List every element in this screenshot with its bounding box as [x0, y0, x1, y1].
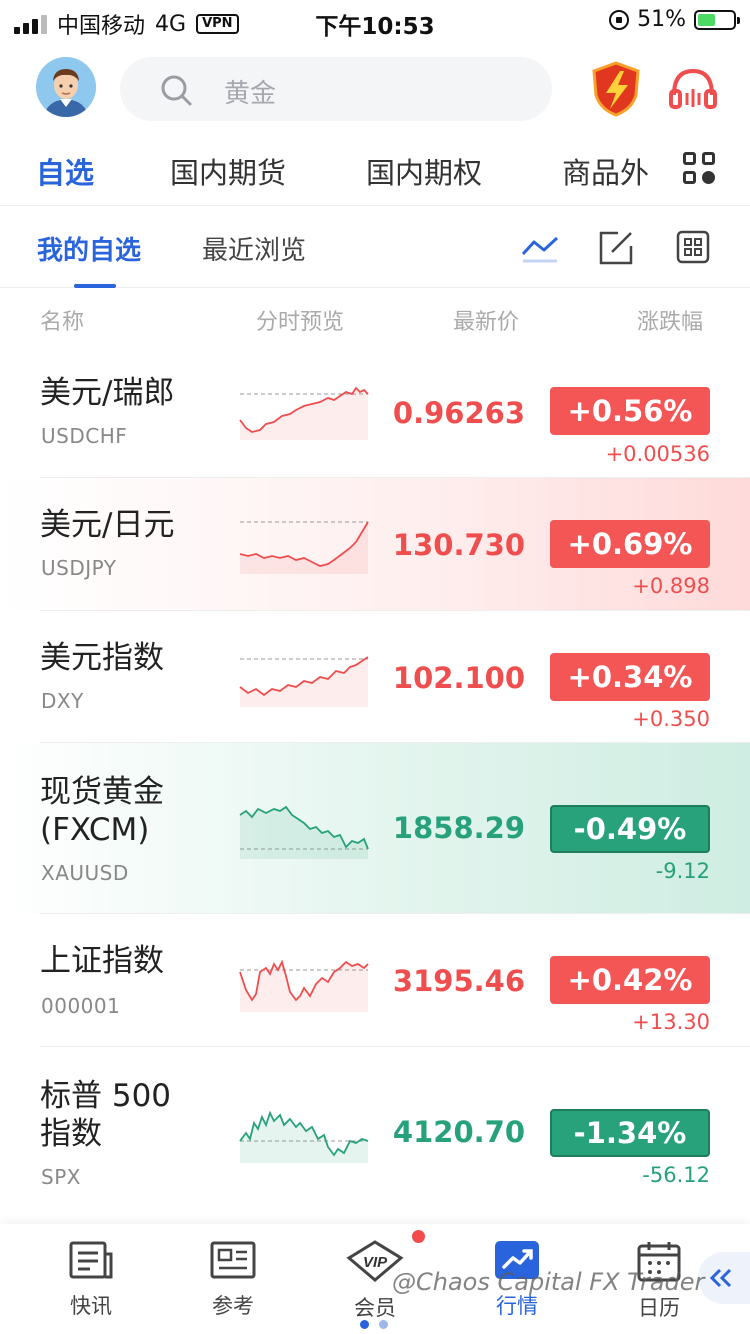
tab-domestic-options[interactable]: 国内期权 [366, 150, 482, 192]
battery-percent: 51% [637, 7, 686, 32]
change-value: -56.12 [642, 1163, 710, 1187]
col-sparkline: 分时预览 [256, 310, 345, 335]
avatar[interactable] [36, 57, 96, 117]
change-pct-badge[interactable]: +0.69% [550, 520, 710, 568]
instrument-code: USDJPY [41, 556, 117, 580]
battery-icon [694, 9, 740, 30]
instrument-name: 美元/日元 [40, 507, 175, 543]
latest-price: 0.96263 [392, 396, 525, 430]
svg-text:VIP: VIP [363, 1254, 388, 1271]
change-value: -9.12 [655, 859, 710, 883]
tab-commodity-fx[interactable]: 商品外 [562, 150, 649, 192]
instrument-name: 美元/瑞郎 [40, 375, 175, 411]
tab-menu-icon[interactable] [683, 152, 717, 186]
sparkline-chart [239, 521, 369, 574]
sparkline-chart [239, 805, 369, 859]
sparkline-chart [239, 959, 369, 1012]
search-bar[interactable]: 黄金 [120, 57, 552, 121]
change-pct-badge[interactable]: +0.34% [550, 653, 710, 701]
nav-label: 快讯 [70, 1294, 112, 1318]
nav-news[interactable]: 快讯 [46, 1240, 136, 1320]
change-value: +0.898 [632, 574, 710, 598]
col-price[interactable]: 最新价 [453, 304, 519, 336]
nav-label: 会员 [354, 1296, 396, 1320]
change-pct-badge[interactable]: -1.34% [550, 1109, 710, 1157]
latest-price: 130.730 [392, 528, 525, 562]
double-chevron-left-icon [709, 1268, 732, 1288]
instrument-name: 美元指数 [40, 640, 164, 676]
nav-label: 参考 [212, 1294, 254, 1318]
quote-row-dxy[interactable]: 美元指数 DXY 102.100 +0.34% +0.350 [0, 611, 750, 743]
search-icon [161, 75, 192, 106]
quote-row-spx[interactable]: 标普 500 指数 SPX 4120.70 -1.34% -56.12 [0, 1047, 750, 1219]
grid-view-icon[interactable] [676, 230, 710, 264]
status-bar: 中国移动 4G VPN 下午10:53 51% [0, 0, 750, 42]
watermark: @Chaos Capital FX Trader [392, 1268, 705, 1296]
instrument-code: SPX [41, 1165, 81, 1189]
market-tabs: 自选 国内期货 国内期权 商品外 [0, 132, 750, 206]
change-value: +13.30 [632, 1010, 710, 1034]
latest-price: 102.100 [392, 661, 525, 695]
instrument-code: USDCHF [41, 424, 128, 448]
instrument-code: DXY [41, 689, 84, 713]
col-name: 名称 [40, 310, 85, 335]
notification-dot [412, 1230, 425, 1243]
latest-price: 3195.46 [392, 964, 525, 998]
instrument-name: 上证指数 [40, 943, 164, 979]
nav-label: 日历 [638, 1296, 680, 1320]
nav-reference[interactable]: 参考 [188, 1240, 278, 1320]
headset-icon[interactable] [668, 65, 718, 111]
col-change-pct[interactable]: 涨跌幅 [637, 304, 703, 336]
sparkline-chart [239, 386, 369, 440]
quote-row-xauusd[interactable]: 现货黄金 (FXCM) XAUUSD 1858.29 -0.49% -9.12 [0, 743, 750, 914]
quote-row-usdjpy[interactable]: 美元/日元 USDJPY 130.730 +0.69% +0.898 [0, 478, 750, 611]
latest-price: 1858.29 [392, 811, 525, 845]
bottom-nav: 快讯 参考 VIP 会员 行情 日历 @Chaos Capital FX Tra… [0, 1224, 750, 1334]
sparkline-toggle-icon[interactable] [520, 230, 560, 266]
tab-domestic-futures[interactable]: 国内期货 [170, 150, 286, 192]
column-header: 名称 分时预览 最新价 涨跌幅 [0, 288, 750, 346]
instrument-code: XAUUSD [41, 861, 129, 885]
edit-icon[interactable] [598, 230, 634, 266]
instrument-name: 现货黄金 (FXCM) [40, 774, 164, 848]
collapse-panel-button[interactable] [698, 1252, 750, 1304]
subtab-recent[interactable]: 最近浏览 [202, 230, 306, 267]
rotation-lock-icon [609, 9, 630, 30]
instrument-code: 000001 [41, 994, 121, 1018]
latest-price: 4120.70 [392, 1115, 525, 1149]
reference-icon [210, 1241, 256, 1279]
news-icon [69, 1241, 113, 1279]
quote-row-000001[interactable]: 上证指数 000001 3195.46 +0.42% +13.30 [0, 914, 750, 1047]
subtab-my-watchlist[interactable]: 我的自选 [37, 230, 141, 267]
tab-watchlist[interactable]: 自选 [36, 150, 94, 192]
quote-row-usdchf[interactable]: 美元/瑞郎 USDCHF 0.96263 +0.56% +0.00536 [0, 346, 750, 478]
sparkline-chart [239, 1110, 369, 1163]
change-pct-badge[interactable]: +0.56% [550, 387, 710, 435]
app-header: 黄金 [0, 55, 750, 125]
change-value: +0.350 [632, 707, 710, 731]
sparkline-chart [239, 656, 369, 707]
change-pct-badge[interactable]: -0.49% [550, 805, 710, 853]
change-value: +0.00536 [605, 442, 710, 466]
search-placeholder: 黄金 [224, 79, 277, 109]
change-pct-badge[interactable]: +0.42% [550, 956, 710, 1004]
page-indicator [360, 1320, 388, 1329]
watchlist-subtabs: 我的自选 最近浏览 [0, 206, 750, 288]
lightning-badge-icon[interactable] [590, 61, 642, 117]
instrument-name: 标普 500 指数 [40, 1078, 172, 1152]
